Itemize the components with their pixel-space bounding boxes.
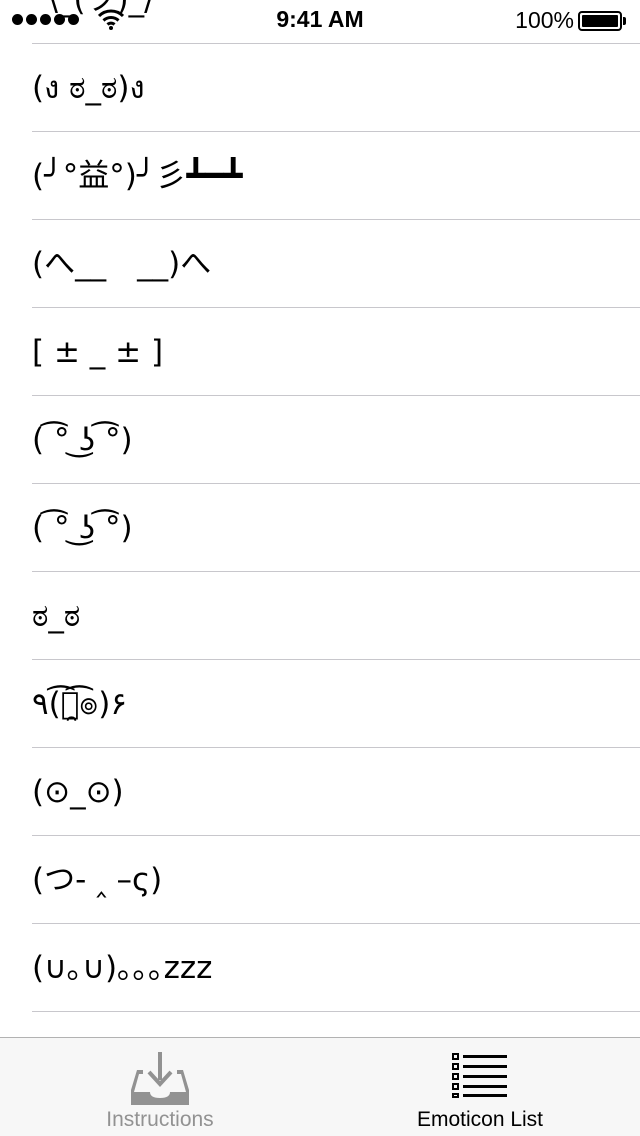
app-screen: ¯\_(ツ)_/¯ (ง ಠ_ಠ)ง (╯°益°)╯彡┻━┻ (へ__ __)へ… — [0, 0, 640, 1136]
list-item[interactable]: ಠ_ಠ — [0, 572, 640, 660]
list-item[interactable]: ٩(͡๏̯͡๏)۶ — [0, 660, 640, 748]
list-item[interactable]: ( ͡° ͜ʖ ͡°) — [0, 484, 640, 572]
emoticon-label: ( ͡° ͜ʖ ͡°) — [32, 510, 133, 546]
tab-instructions[interactable]: Instructions — [0, 1038, 320, 1136]
battery-body — [578, 11, 622, 31]
list-item[interactable]: (╯°益°)╯彡┻━┻ — [0, 132, 640, 220]
list-item[interactable]: (∪｡∪)｡｡｡zzz — [0, 924, 640, 1012]
list-icon — [452, 1053, 507, 1098]
status-bar: 9:41 AM 100% — [0, 0, 640, 40]
emoticon-label: ಠ_ಠ — [32, 598, 81, 634]
emoticon-list-content: ¯\_(ツ)_/¯ (ง ಠ_ಠ)ง (╯°益°)╯彡┻━┻ (へ__ __)へ… — [0, 0, 640, 1012]
emoticon-label: (∪｡∪)｡｡｡zzz — [32, 950, 213, 986]
list-item[interactable]: (⊙_⊙) — [0, 748, 640, 836]
emoticon-label: (⊙_⊙) — [32, 774, 124, 810]
emoticon-label: ( ͡° ͜ʖ ͡°) — [32, 422, 133, 458]
emoticon-label: (つ- ‸ –ς) — [32, 862, 163, 898]
emoticon-label: [ ± _ ± ] — [32, 334, 164, 370]
emoticon-label: (╯°益°)╯彡┻━┻ — [32, 158, 243, 194]
list-item[interactable]: (ง ಠ_ಠ)ง — [0, 44, 640, 132]
row-divider — [32, 1011, 640, 1012]
battery-fill — [582, 15, 618, 27]
list-item[interactable]: (へ__ __)へ — [0, 220, 640, 308]
emoticon-label: (ง ಠ_ಠ)ง — [32, 70, 145, 106]
battery-percent: 100% — [515, 7, 574, 33]
list-item[interactable]: (つ- ‸ –ς) — [0, 836, 640, 924]
tab-bar: Instructions Emoticon List — [0, 1037, 640, 1136]
battery-icon — [578, 11, 626, 31]
emoticon-label: ٩(͡๏̯͡๏)۶ — [32, 686, 128, 722]
list-item[interactable]: ( ͡° ͜ʖ ͡°) — [0, 396, 640, 484]
emoticon-list[interactable]: ¯\_(ツ)_/¯ (ง ಠ_ಠ)ง (╯°益°)╯彡┻━┻ (へ__ __)へ… — [0, 0, 640, 1037]
tray-download-icon — [131, 1052, 189, 1105]
battery-nub — [623, 17, 626, 25]
tab-emoticon-list[interactable]: Emoticon List — [320, 1038, 640, 1136]
list-item[interactable]: [ ± _ ± ] — [0, 308, 640, 396]
tab-label: Instructions — [106, 1108, 214, 1131]
tab-label: Emoticon List — [416, 1108, 544, 1131]
emoticon-label: (へ__ __)へ — [32, 246, 212, 282]
